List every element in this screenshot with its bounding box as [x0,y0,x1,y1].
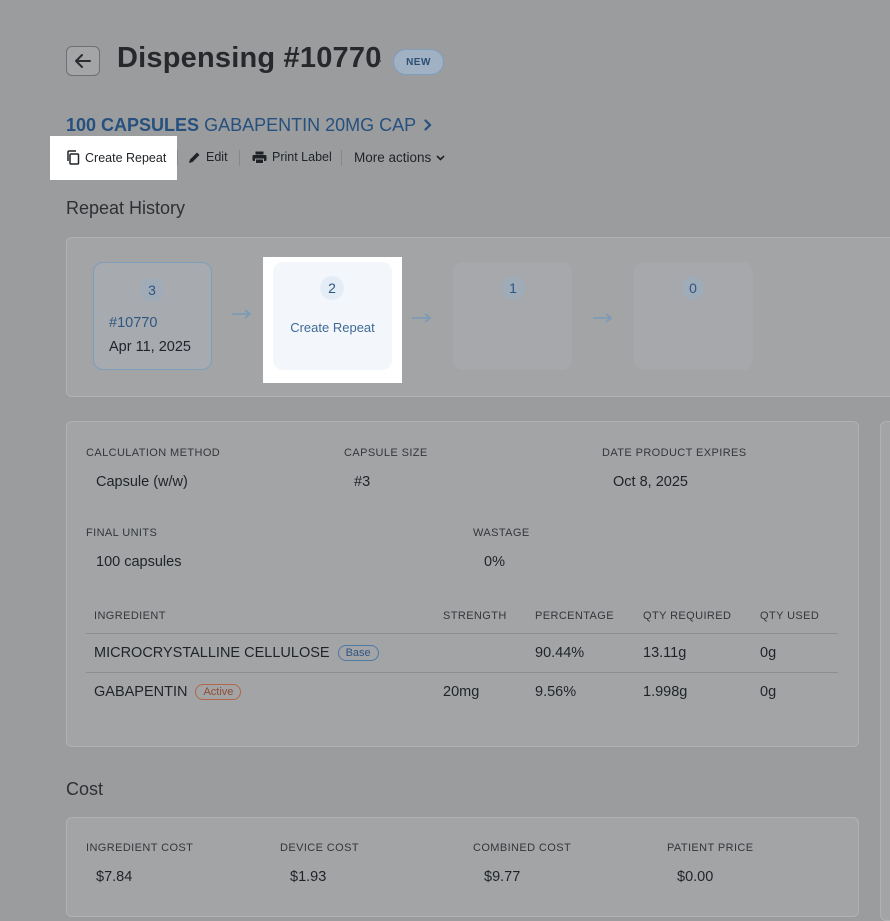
step-date: Apr 11, 2025 [109,339,191,355]
calculation-method-value: Capsule (w/w) [96,474,188,490]
printer-icon [252,151,267,164]
arrow-right-icon [412,310,432,328]
create-repeat-step[interactable]: 2 Create Repeat [273,262,392,370]
capsule-size-label: CAPSULE SIZE [344,447,428,459]
ingredient-qty-required: 1.998g [643,684,688,700]
arrow-right-icon [593,310,613,328]
repeat-step-future: 1 [453,262,572,370]
more-actions-label: More actions [354,150,432,165]
ingredient-qty-required: 13.11g [643,645,687,661]
calculation-method-label: CALCULATION METHOD [86,447,221,459]
edit-label: Edit [206,150,228,164]
combined-cost-value: $9.77 [484,869,521,885]
ingredient-qty-used: 0g [760,645,777,661]
arrow-left-icon [75,54,91,68]
table-header-ingredient: INGREDIENT [94,610,166,622]
patient-price-label: PATIENT PRICE [667,842,754,854]
repeat-step-future: 0 [634,262,753,370]
cost-title: Cost [66,779,104,799]
ingredient-qty-used: 0g [760,684,777,700]
create-repeat-label: Create Repeat [85,150,167,165]
active-tag: Active [195,684,242,700]
chevron-right-icon [424,115,432,136]
table-header-percentage: PERCENTAGE [535,610,614,622]
ingredient-cost-value: $7.84 [96,869,133,885]
patient-price-value: $0.00 [677,869,714,885]
edit-button[interactable]: Edit [188,150,228,164]
arrow-right-icon [232,306,252,324]
expires-value: Oct 8, 2025 [613,474,688,490]
table-header-strength: STRENGTH [443,610,507,622]
product-link[interactable]: 100 CAPSULES GABAPENTIN 20MG CAP [66,115,432,136]
final-units-value: 100 capsules [96,554,182,570]
page-title: Dispensing #10770 [117,42,382,74]
step-number: 2 [320,276,344,300]
more-actions-dropdown[interactable]: More actions [354,150,445,165]
step-number: 3 [140,278,164,302]
dispensing-link[interactable]: #10770 [109,315,157,331]
table-header-qty-required: QTY REQUIRED [643,610,732,622]
ingredient-percentage: 90.44% [535,645,585,661]
product-name: GABAPENTIN 20MG CAP [204,115,417,135]
ingredient-name: GABAPENTIN [94,684,188,700]
copy-icon [67,150,80,165]
device-cost-label: DEVICE COST [280,842,359,854]
table-row: MICROCRYSTALLINE CELLULOSE Base 90.44% 1… [86,634,838,672]
print-label-button[interactable]: Print Label [252,150,332,164]
base-tag: Base [337,645,379,661]
back-button[interactable] [66,46,100,76]
cost-card [66,817,859,917]
pencil-icon [189,152,200,163]
capsule-size-value: #3 [354,474,371,490]
combined-cost-label: COMBINED COST [473,842,572,854]
status-badge: NEW [393,49,444,75]
expires-label: DATE PRODUCT EXPIRES [602,447,747,459]
chevron-down-icon [436,154,445,161]
ingredient-strength: 20mg [443,684,480,700]
title-separator: · [377,50,383,70]
wastage-label: WASTAGE [473,527,530,539]
final-units-label: FINAL UNITS [86,527,158,539]
repeat-step-current: 3 #10770 Apr 11, 2025 [93,262,212,370]
table-row: GABAPENTIN Active 20mg 9.56% 1.998g 0g [86,673,838,711]
ingredient-name: MICROCRYSTALLINE CELLULOSE [94,645,330,661]
table-header-qty-used: QTY USED [760,610,820,622]
product-quantity: 100 CAPSULES [66,115,200,135]
toolbar-divider [341,150,342,166]
repeat-history-title: Repeat History [66,198,186,218]
ingredient-percentage: 9.56% [535,684,577,700]
ingredient-cost-label: INGREDIENT COST [86,842,194,854]
step-number: 0 [681,276,705,300]
print-label-text: Print Label [272,150,332,164]
device-cost-value: $1.93 [290,869,327,885]
create-repeat-step-label: Create Repeat [290,320,375,335]
wastage-value: 0% [484,554,505,570]
side-panel [880,421,890,921]
step-number: 1 [501,276,525,300]
toolbar-divider [239,150,240,166]
create-repeat-button[interactable]: Create Repeat [66,150,166,165]
toolbar-divider [177,150,178,166]
